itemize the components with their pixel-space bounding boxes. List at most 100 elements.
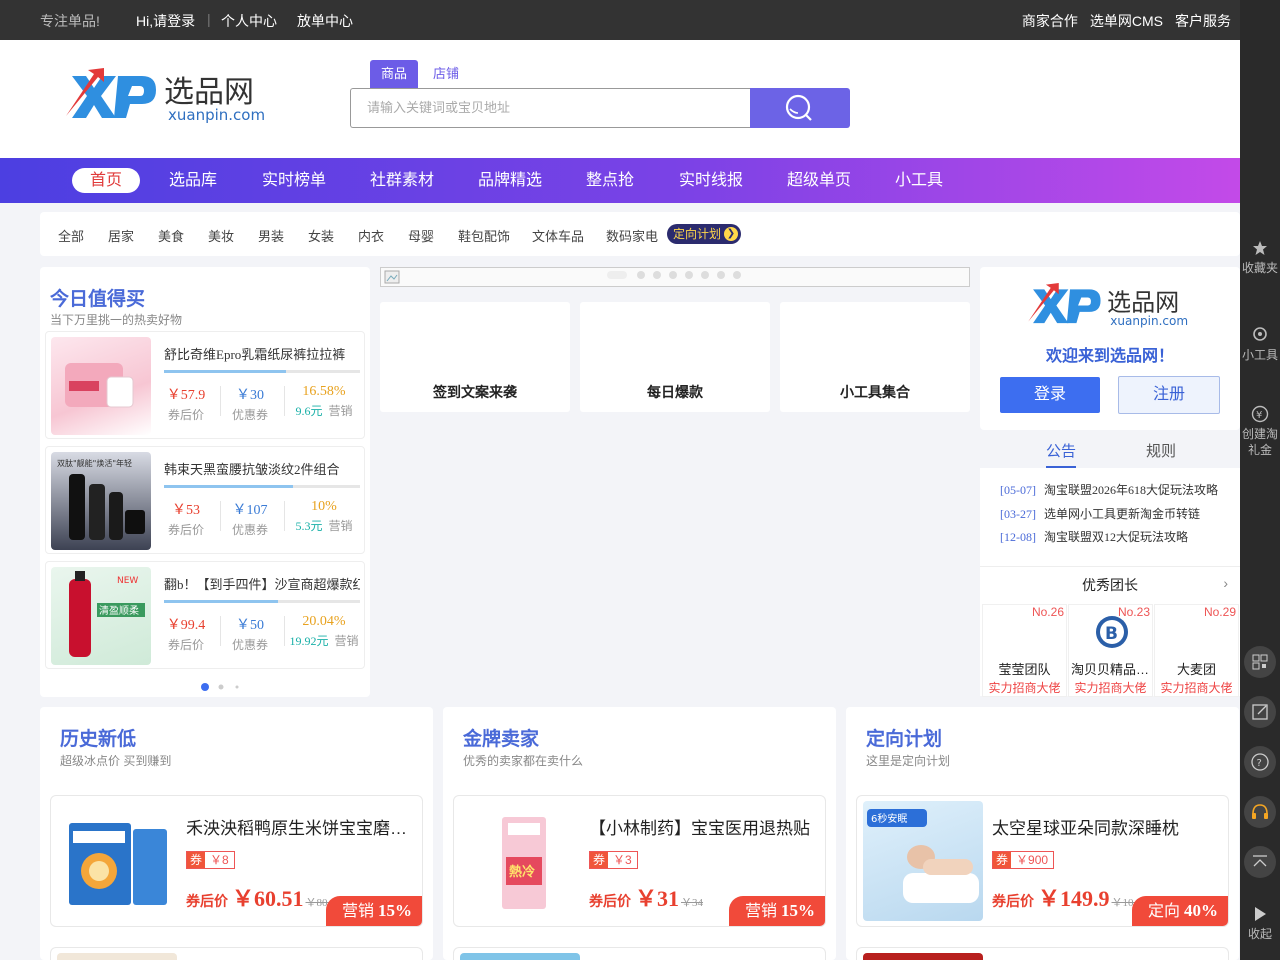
cat-women[interactable]: 女装 (308, 226, 334, 245)
tab-rules[interactable]: 规则 (1146, 440, 1176, 461)
next-product-card[interactable] (453, 947, 826, 960)
next-product-card[interactable] (856, 947, 1229, 960)
nav-super-page[interactable]: 超级单页 (787, 158, 851, 203)
notice-item[interactable]: [12-08] 淘宝联盟双12大促玩法攻略 (1000, 528, 1188, 545)
banner-dot[interactable] (653, 271, 661, 279)
banner-dot[interactable] (717, 271, 725, 279)
pillow-icon: 6秒安眠 (867, 809, 979, 903)
banner-dot[interactable] (733, 271, 741, 279)
banner-dot[interactable] (669, 271, 677, 279)
sidebar-favorites[interactable]: 收藏夹 (1240, 240, 1280, 276)
cat-shoes-bags[interactable]: 鞋包配饰 (458, 226, 510, 245)
coupon-value: ￥30 (236, 388, 264, 403)
personal-center-link[interactable]: 个人中心 (221, 11, 277, 31)
cms-link[interactable]: 选单网CMS (1090, 11, 1163, 31)
nav-community[interactable]: 社群素材 (370, 158, 434, 203)
qrcode-button[interactable] (1244, 646, 1276, 678)
dot[interactable] (235, 685, 239, 689)
today-item[interactable]: 舒比奇维Epro乳霜纸尿裤拉拉裤 ￥57.9 券后价 ￥30 优惠券 16.58% 9… (45, 331, 365, 439)
search-button[interactable] (750, 88, 850, 128)
notice-date: [03-27] (1000, 507, 1036, 521)
nav-tools[interactable]: 小工具 (895, 158, 943, 203)
help-button[interactable]: ? (1244, 746, 1276, 778)
register-button[interactable]: 注册 (1118, 376, 1220, 414)
dot[interactable] (218, 684, 224, 690)
cat-baby[interactable]: 母婴 (408, 226, 434, 245)
banner-dot[interactable] (637, 271, 645, 279)
customer-service-button[interactable] (1244, 796, 1276, 828)
order-center-link[interactable]: 放单中心 (297, 11, 353, 31)
product-name: 太空星球亚朵同款深睡枕 (992, 819, 1179, 838)
plan-badge[interactable]: 定向计划 ❯ (667, 224, 741, 244)
daily-hot-card[interactable]: 每日爆款 (580, 302, 770, 412)
sales-ribbon: 定向 40% (1131, 896, 1228, 926)
product-card[interactable]: 6秒安眠 太空星球亚朵同款深睡枕 券 ￥900 券后价 ￥149.9 ￥1049.9 … (856, 795, 1229, 927)
product-card[interactable]: 禾泱泱稻鸭原生米饼宝宝磨牙饼干 券 ￥8 券后价 ￥60.51 ￥80.6 营销 15… (50, 795, 423, 927)
nav-home[interactable]: 首页 (72, 168, 140, 193)
cat-sports-car[interactable]: 文体车品 (532, 226, 584, 245)
section-subtitle: 超级冰点价 买到赚到 (60, 754, 172, 768)
team-card[interactable]: No.23 B 淘贝贝精品团队 实力招商大佬 (1068, 604, 1153, 697)
cat-food[interactable]: 美食 (158, 226, 184, 245)
after-price: ￥57.9 (166, 388, 206, 403)
banner-dot[interactable] (701, 271, 709, 279)
cat-beauty[interactable]: 美妆 (208, 226, 234, 245)
today-item[interactable]: 清盈顺柔 NEW 翻b！【到手四件】沙宣商超爆款红瓶 ￥99.4 券后价 ￥50 优惠… (45, 561, 365, 669)
sidebar-collapse[interactable]: 收起 (1240, 906, 1280, 942)
cat-underwear[interactable]: 内衣 (358, 226, 384, 245)
team-tag: 实力招商大佬 (1160, 681, 1233, 695)
sales-amount: 19.92元 (289, 634, 329, 648)
chevron-right-icon[interactable]: › (1223, 575, 1228, 591)
team-tag: 实力招商大佬 (988, 681, 1061, 695)
nav-realtime-rank[interactable]: 实时榜单 (262, 158, 326, 203)
checkin-card[interactable]: 签到文案来袭 (380, 302, 570, 412)
tools-card[interactable]: 小工具集合 (780, 302, 970, 412)
dot-active[interactable] (201, 683, 209, 691)
qrcode-icon (1252, 654, 1268, 670)
product-card[interactable]: 熱冷 【小林制药】宝宝医用退热贴 券 ￥3 券后价 ￥31 ￥34 营销 15% (453, 795, 826, 927)
nav-hourly[interactable]: 整点抢 (586, 158, 634, 203)
service-link[interactable]: 客户服务 (1175, 11, 1231, 31)
notice-item[interactable]: [03-27] 选单网小工具更新淘金币转链 (1000, 505, 1200, 522)
cat-digital[interactable]: 数码家电 (606, 226, 658, 245)
search-tab-goods[interactable]: 商品 (370, 60, 418, 88)
tab-notice[interactable]: 公告 (1046, 440, 1077, 468)
login-link[interactable]: Hi,请登录 (136, 11, 195, 31)
team-card[interactable]: No.26 莹莹团队 实力招商大佬 (982, 604, 1067, 697)
cat-all[interactable]: 全部 (58, 226, 84, 245)
cat-men[interactable]: 男装 (258, 226, 284, 245)
price-value: ￥149.9 (1038, 886, 1110, 911)
merchant-link[interactable]: 商家合作 (1022, 11, 1078, 31)
edit-button[interactable] (1244, 696, 1276, 728)
product-name: 【小林制药】宝宝医用退热贴 (589, 819, 810, 838)
today-item[interactable]: 双肽"靓能"焕活"年轻 韩束天黑蛮腰抗皱淡纹2件组合 ￥53 券后价 ￥107 优惠… (45, 446, 365, 554)
banner-dot-active[interactable] (607, 271, 627, 279)
shampoo-bottle-icon: 清盈顺柔 NEW (69, 571, 145, 657)
ribbon-value: 15% (378, 901, 412, 920)
search-input[interactable]: 请输入关键词或宝贝地址 (350, 88, 751, 128)
after-price: ￥99.4 (166, 618, 206, 633)
coupon-value: ￥3 (613, 853, 632, 867)
back-to-top-button[interactable] (1244, 846, 1276, 878)
checkin-card-label: 签到文案来袭 (433, 384, 517, 400)
nav-library[interactable]: 选品库 (169, 158, 217, 203)
next-product-card[interactable] (50, 947, 423, 960)
sidebar-gift[interactable]: ¥ 创建淘礼金 (1240, 405, 1280, 458)
sales-label: 营销 (328, 404, 353, 418)
nav-brands[interactable]: 品牌精选 (478, 158, 542, 203)
banner-dot[interactable] (685, 271, 693, 279)
price-value: ￥31 (635, 886, 680, 911)
site-logo[interactable]: 选品网 xuanpin.com (64, 68, 274, 124)
login-box-logo: 选品网 xuanpin.com (1026, 283, 1196, 328)
cat-home[interactable]: 居家 (108, 226, 134, 245)
sidebar-tools[interactable]: 小工具 (1240, 325, 1280, 363)
search-tab-shop[interactable]: 店铺 (424, 60, 468, 88)
banner-image[interactable] (380, 267, 970, 287)
svg-text:?: ? (1257, 758, 1262, 769)
team-card[interactable]: No.29 大麦团 实力招商大佬 (1154, 604, 1239, 697)
header: 选品网 xuanpin.com 商品 店铺 请输入关键词或宝贝地址 (0, 40, 1240, 158)
login-button[interactable]: 登录 (1000, 377, 1100, 413)
coupon-mark: 券 (187, 852, 206, 868)
nav-news[interactable]: 实时线报 (679, 158, 743, 203)
notice-item[interactable]: [05-07] 淘宝联盟2026年618大促玩法攻略 (1000, 481, 1218, 498)
